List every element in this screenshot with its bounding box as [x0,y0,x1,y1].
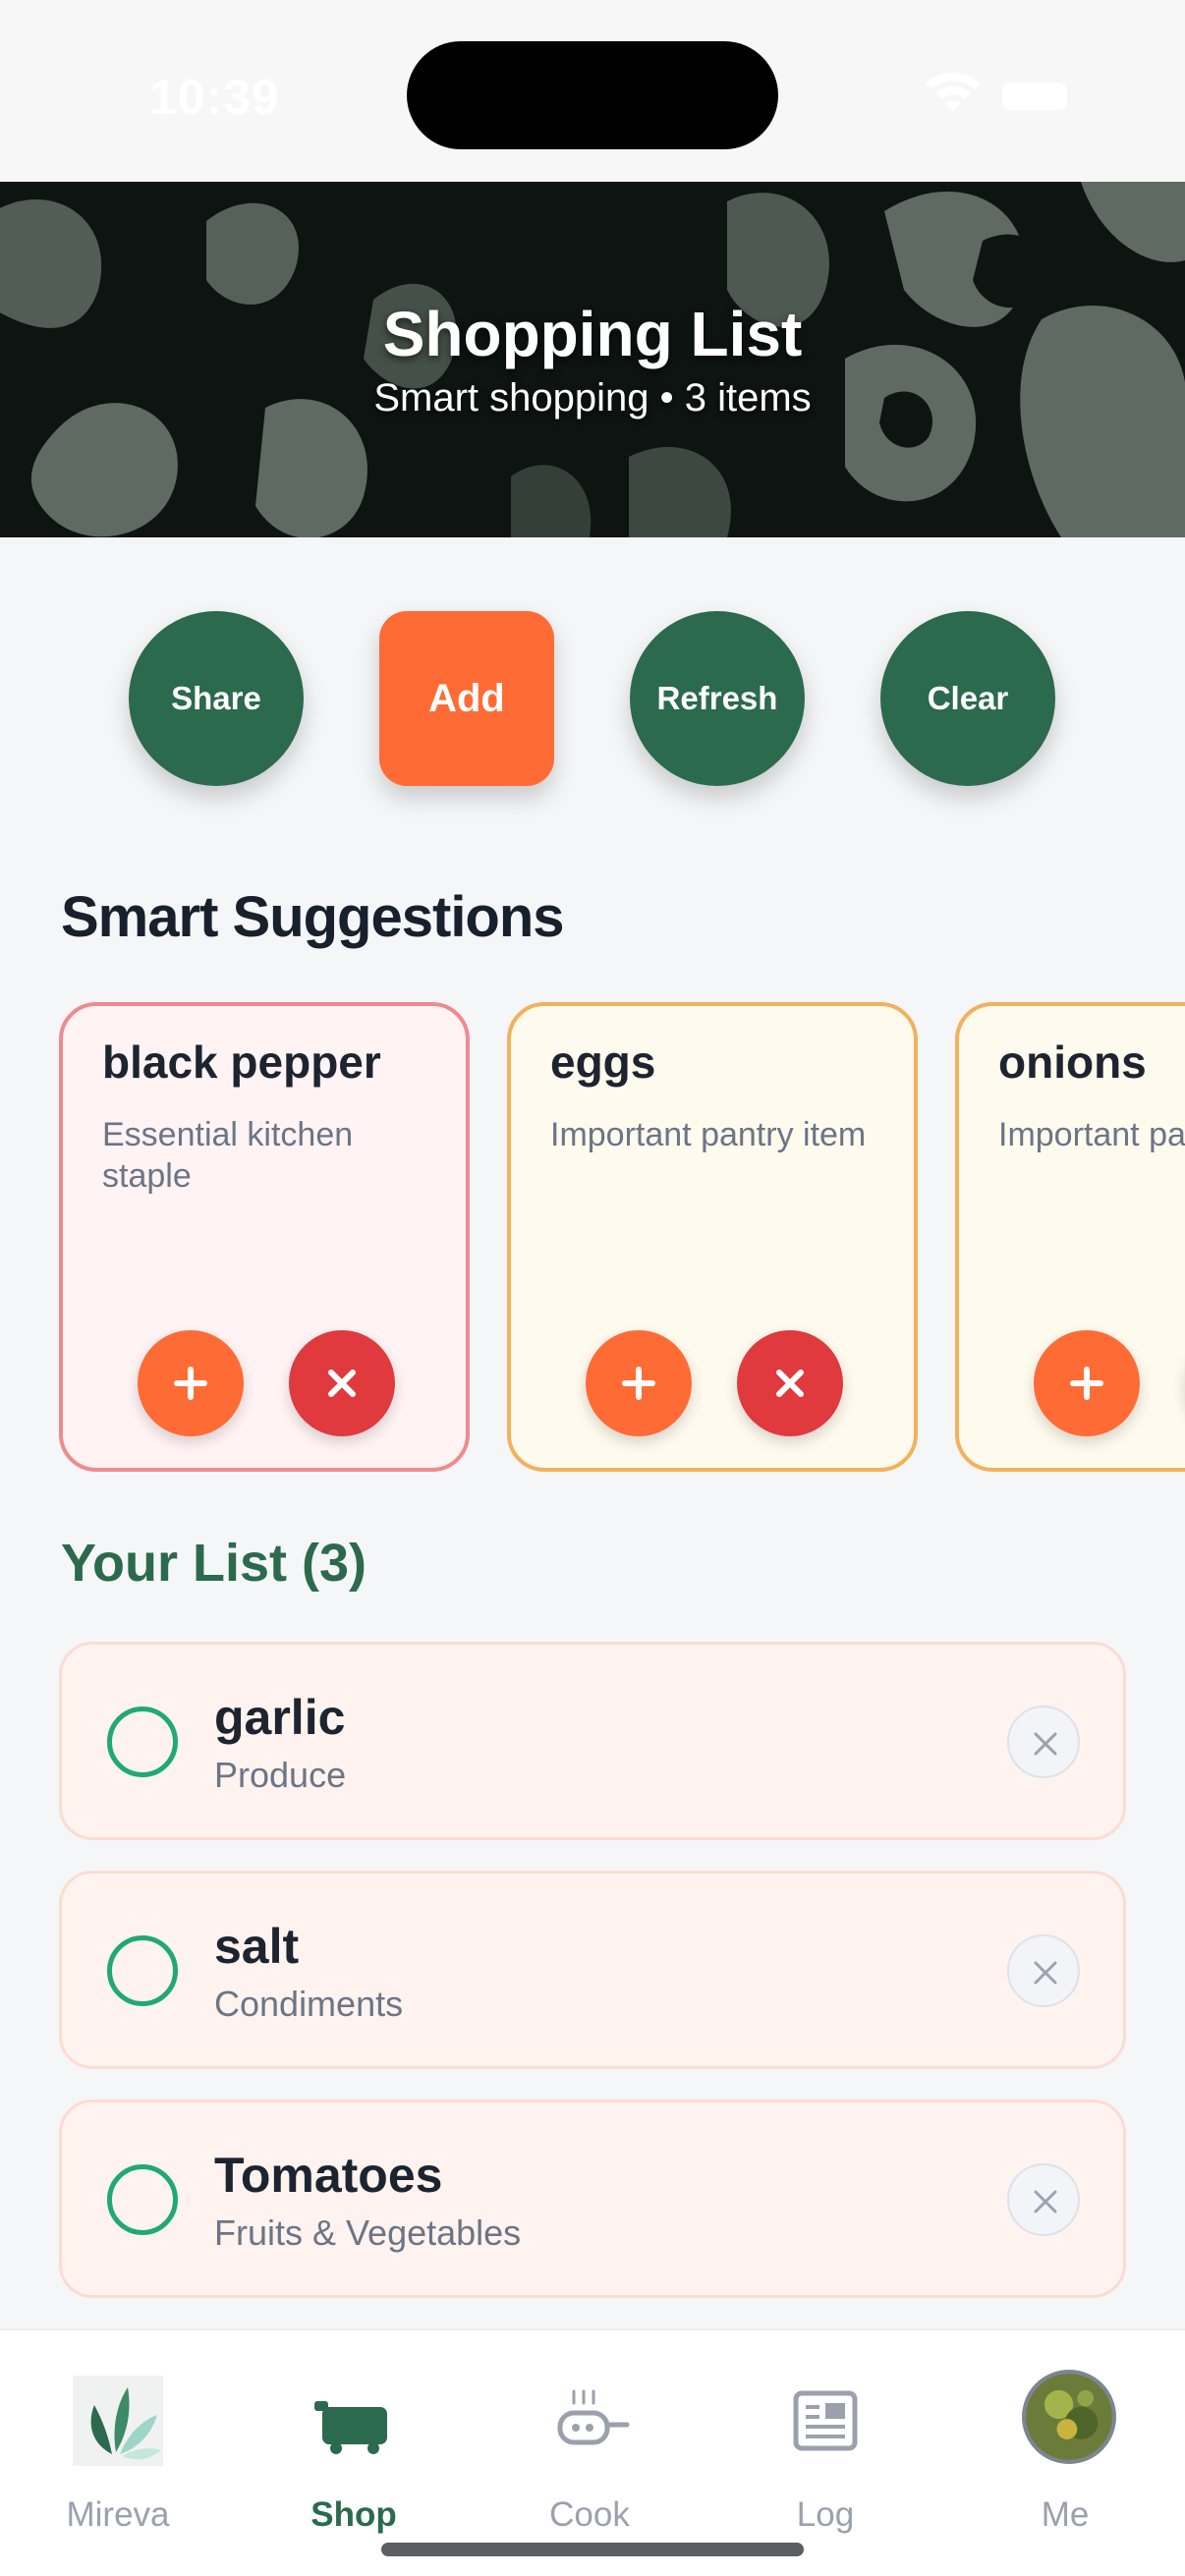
suggestion-card: black pepper Essential kitchen staple [59,1002,470,1472]
list-title: Your List (3) [61,1534,367,1593]
suggestion-card: onions Important pantry item [955,1002,1185,1472]
item-name: Tomatoes [214,2148,443,2203]
plus-icon [622,1367,655,1400]
suggestion-name: black pepper [102,1036,381,1088]
tab-mireva[interactable]: Mireva [0,2330,236,2547]
mireva-logo-icon [73,2376,163,2466]
remove-item-button[interactable] [1007,1706,1080,1778]
cart-icon [314,2401,387,2454]
item-name: salt [214,1919,300,1974]
plus-icon [1070,1367,1103,1400]
suggestion-name: eggs [550,1036,656,1088]
refresh-button[interactable]: Refresh [630,611,805,786]
close-icon [1034,1961,1057,1985]
status-time: 10:39 [149,70,280,125]
suggestion-card: eggs Important pantry item [507,1002,918,1472]
avatar-icon [1022,2370,1116,2464]
home-indicator [381,2543,804,2556]
item-category: Fruits & Vegetables [214,2212,522,2253]
item-checkbox[interactable] [107,1935,178,2006]
dynamic-island [407,41,778,149]
suggestions-title: Smart Suggestions [61,885,565,949]
tab-label: Me [1041,2495,1090,2534]
tab-label: Log [796,2495,855,2534]
share-button[interactable]: Share [129,611,304,786]
item-checkbox[interactable] [107,1707,178,1777]
tab-cook[interactable]: Cook [472,2330,707,2547]
add-suggestion-button[interactable] [1034,1330,1140,1436]
item-checkbox[interactable] [107,2164,178,2235]
tab-bar: Mireva Shop Cook Log Me [0,2328,1185,2576]
add-button[interactable]: Add [379,611,554,786]
clear-button[interactable]: Clear [880,611,1055,786]
tab-log[interactable]: Log [707,2330,943,2547]
list-item[interactable]: garlic Produce [59,1642,1126,1840]
page-title: Shopping List [382,299,803,369]
close-icon [1034,1732,1057,1756]
dismiss-suggestion-button[interactable] [737,1330,843,1436]
suggestion-description: Important pantry item [998,1116,1185,1153]
dismiss-suggestion-button[interactable] [289,1330,395,1436]
battery-icon [1002,83,1067,110]
suggestion-name: onions [998,1036,1147,1088]
tab-label: Shop [310,2495,397,2534]
remove-item-button[interactable] [1007,1934,1080,2007]
add-suggestion-button[interactable] [138,1330,244,1436]
suggestion-description: Important pantry item [550,1116,867,1153]
tab-label: Mireva [66,2495,170,2534]
list-item[interactable]: salt Condiments [59,1871,1126,2069]
item-name: garlic [214,1690,346,1745]
tab-me[interactable]: Me [947,2330,1183,2547]
item-category: Condiments [214,1984,404,2024]
status-bar: 10:39 [0,0,1185,182]
list-item[interactable]: Tomatoes Fruits & Vegetables [59,2100,1126,2298]
item-category: Produce [214,1755,347,1795]
close-icon [1034,2190,1057,2213]
remove-item-button[interactable] [1007,2163,1080,2236]
newspaper-icon [793,2390,858,2451]
wifi-icon [926,72,981,112]
page-subtitle: Smart shopping • 3 items [373,376,812,420]
tab-label: Cook [549,2495,630,2534]
suggestion-description: Essential kitchen staple [102,1116,354,1195]
plus-icon [174,1367,207,1400]
cooking-pot-icon [557,2389,630,2445]
tab-shop[interactable]: Shop [236,2330,472,2547]
close-icon [328,1370,356,1397]
close-icon [776,1370,804,1397]
add-suggestion-button[interactable] [586,1330,692,1436]
header-banner: Shopping List Smart shopping • 3 items [0,182,1185,537]
